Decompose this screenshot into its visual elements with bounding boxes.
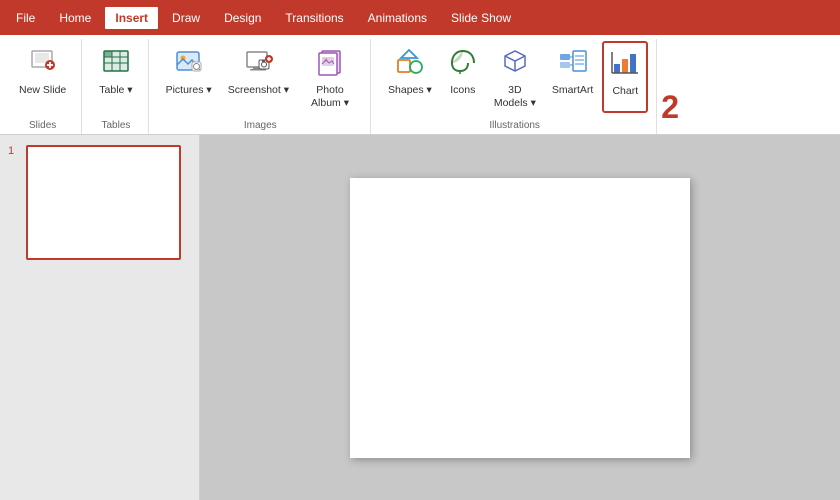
- chart-icon: [610, 47, 640, 82]
- tables-buttons: Table ▾: [92, 41, 139, 120]
- smartart-label: SmartArt: [552, 84, 593, 97]
- menu-file[interactable]: File: [4, 5, 47, 31]
- smartart-button[interactable]: SmartArt: [545, 41, 600, 113]
- illustrations-group-label: Illustrations: [489, 120, 540, 134]
- pictures-label: Pictures ▾: [166, 84, 212, 97]
- screenshot-label: Screenshot ▾: [228, 84, 289, 97]
- pictures-icon: [174, 46, 204, 81]
- chart-label: Chart: [612, 85, 638, 98]
- step-2-annotation: 2: [659, 39, 679, 134]
- slide-number-1: 1: [8, 145, 20, 157]
- icons-icon: [448, 46, 478, 81]
- new-slide-label: New Slide: [19, 84, 66, 96]
- images-buttons: Pictures ▾: [159, 41, 362, 120]
- ribbon: New Slide Slides Table: [0, 35, 840, 135]
- menu-home[interactable]: Home: [47, 5, 103, 31]
- slide-canvas: [350, 178, 690, 458]
- shapes-button[interactable]: Shapes ▾: [381, 41, 439, 113]
- slide-thumbnail-1[interactable]: [26, 145, 181, 260]
- ribbon-group-slides: New Slide Slides: [4, 39, 82, 134]
- table-button[interactable]: Table ▾: [92, 41, 139, 113]
- photo-album-label: PhotoAlbum ▾: [311, 84, 349, 109]
- photo-album-icon: [315, 46, 345, 81]
- icons-label: Icons: [450, 84, 475, 97]
- main-area: 1: [0, 135, 840, 500]
- 3d-models-icon: [500, 46, 530, 81]
- menu-draw[interactable]: Draw: [160, 5, 212, 31]
- screenshot-button[interactable]: Screenshot ▾: [221, 41, 296, 113]
- shapes-icon: [395, 46, 425, 81]
- smartart-icon: [558, 46, 588, 81]
- new-slide-icon: [29, 46, 57, 81]
- menu-design[interactable]: Design: [212, 5, 273, 31]
- illustrations-buttons: Shapes ▾ Icons: [381, 41, 648, 120]
- ribbon-group-images: Pictures ▾: [151, 39, 371, 134]
- chart-button[interactable]: Chart: [602, 41, 648, 113]
- slides-group-label: Slides: [29, 120, 56, 134]
- screenshot-icon: [243, 46, 273, 81]
- slides-buttons: New Slide: [12, 41, 73, 120]
- new-slide-button[interactable]: New Slide: [12, 41, 73, 113]
- slides-panel: 1: [0, 135, 200, 500]
- icons-button[interactable]: Icons: [441, 41, 485, 113]
- images-group-label: Images: [244, 120, 277, 134]
- slide-thumbnail-container-1[interactable]: 1: [8, 145, 191, 260]
- table-label: Table ▾: [99, 84, 132, 97]
- shapes-label: Shapes ▾: [388, 84, 432, 97]
- ribbon-group-illustrations: Shapes ▾ Icons: [373, 39, 657, 134]
- canvas-area: [200, 135, 840, 500]
- photo-album-button[interactable]: PhotoAlbum ▾: [298, 41, 362, 113]
- pictures-button[interactable]: Pictures ▾: [159, 41, 219, 113]
- menu-animations[interactable]: Animations: [356, 5, 439, 31]
- menu-slideshow[interactable]: Slide Show: [439, 5, 523, 31]
- table-icon: [101, 46, 131, 81]
- menu-transitions[interactable]: Transitions: [273, 5, 355, 31]
- 3d-models-button[interactable]: 3DModels ▾: [487, 41, 543, 113]
- 3d-models-label: 3DModels ▾: [494, 84, 536, 109]
- tables-group-label: Tables: [101, 120, 130, 134]
- menu-insert[interactable]: Insert: [103, 5, 160, 31]
- menu-bar: File Home Insert Draw Design Transitions…: [0, 0, 840, 35]
- ribbon-group-tables: Table ▾ Tables: [84, 39, 148, 134]
